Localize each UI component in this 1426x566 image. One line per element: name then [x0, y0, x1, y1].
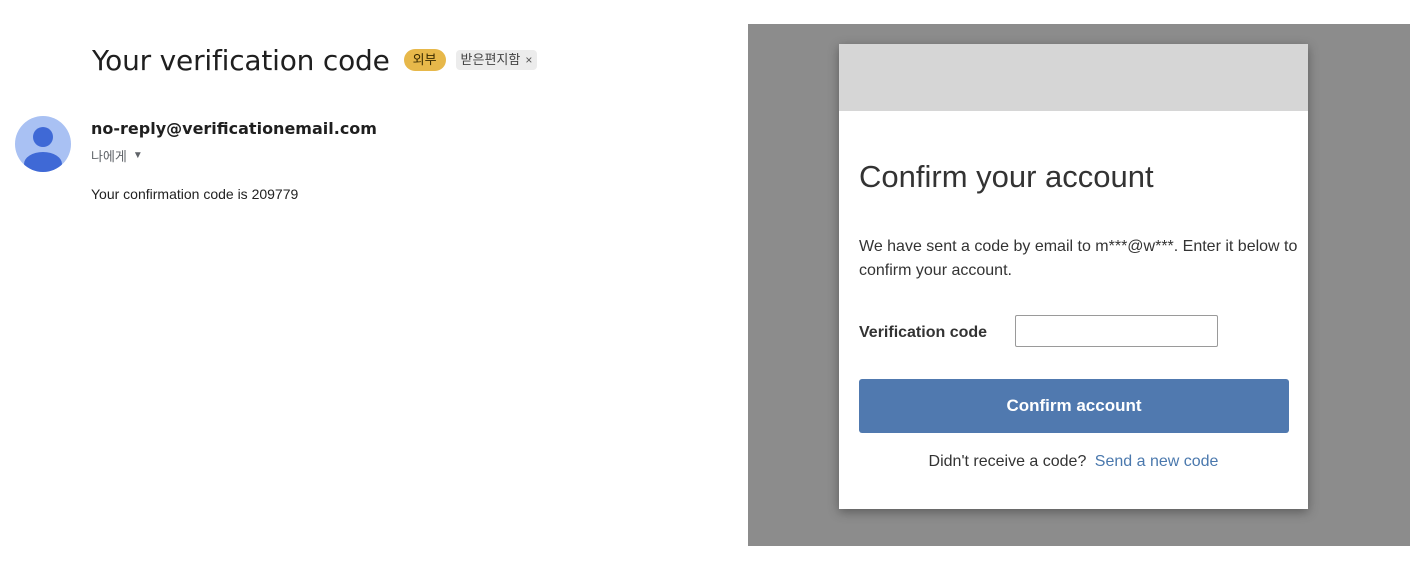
recipient-row[interactable]: 나에게 ▼	[91, 146, 143, 165]
email-subject-row: Your verification code 외부 받은편지함 ×	[92, 40, 538, 80]
resend-prompt: Didn't receive a code?	[928, 453, 1087, 470]
dialog-header	[839, 44, 1308, 111]
sender-address: no-reply@verificationemail.com	[91, 119, 377, 138]
external-badge: 외부	[403, 49, 446, 71]
verification-code-input[interactable]	[1015, 315, 1218, 347]
recipient-label: 나에게	[91, 149, 127, 164]
close-icon[interactable]: ×	[525, 50, 532, 70]
chevron-down-icon[interactable]: ▼	[133, 150, 143, 161]
modal-overlay: Confirm your account We have sent a code…	[748, 24, 1410, 546]
resend-row: Didn't receive a code? Send a new code	[839, 453, 1308, 471]
confirm-account-dialog: Confirm your account We have sent a code…	[839, 44, 1308, 509]
person-icon	[24, 127, 62, 172]
sender-avatar[interactable]	[15, 116, 71, 172]
dialog-description: We have sent a code by email to m***@w**…	[859, 238, 1298, 279]
page: Your verification code 외부 받은편지함 × no-rep…	[0, 0, 1426, 566]
send-new-code-link[interactable]: Send a new code	[1095, 453, 1219, 470]
email-body: Your confirmation code is 209779	[91, 186, 299, 202]
verification-code-label: Verification code	[859, 324, 988, 341]
inbox-label-chip[interactable]: 받은편지함 ×	[455, 50, 538, 70]
dialog-title: Confirm your account	[859, 159, 1154, 194]
email-subject: Your verification code	[92, 43, 390, 77]
confirm-account-button[interactable]: Confirm account	[859, 379, 1289, 433]
inbox-label-text: 받은편지함	[460, 52, 521, 67]
